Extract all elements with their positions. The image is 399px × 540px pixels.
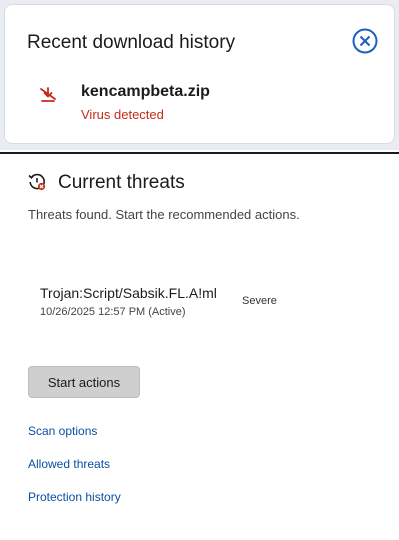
section-divider: [0, 152, 399, 154]
download-history-flyout: Recent download history kencampbeta.zip …: [4, 4, 395, 144]
threat-name[interactable]: Trojan:Script/Sabsik.FL.A!ml: [40, 285, 217, 301]
close-icon: [352, 28, 378, 54]
allowed-threats-link[interactable]: Allowed threats: [28, 457, 110, 471]
download-file-name[interactable]: kencampbeta.zip: [81, 83, 210, 101]
threats-subtitle: Threats found. Start the recommended act…: [28, 207, 300, 222]
start-actions-button[interactable]: Start actions: [28, 366, 140, 398]
threats-title: Current threats: [58, 172, 185, 193]
flyout-title: Recent download history: [27, 32, 236, 53]
threat-date: 10/26/2025 12:57 PM (Active): [40, 306, 186, 318]
download-status: Virus detected: [81, 107, 164, 122]
threat-clock-icon: [27, 172, 47, 192]
blocked-download-icon: [39, 86, 57, 104]
protection-history-link[interactable]: Protection history: [28, 490, 121, 504]
close-button[interactable]: [351, 27, 379, 55]
scan-options-link[interactable]: Scan options: [28, 424, 97, 438]
threat-severity: Severe: [242, 295, 277, 307]
